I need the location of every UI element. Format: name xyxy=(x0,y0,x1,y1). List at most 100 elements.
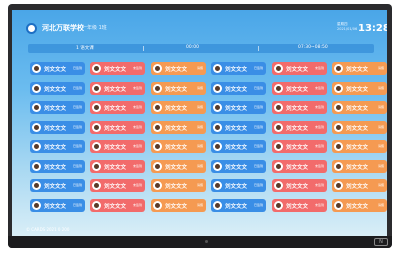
avatar xyxy=(153,64,162,73)
status-tag: 已签到 xyxy=(72,183,82,187)
student-card[interactable]: 刘文文文 已签到 xyxy=(211,159,266,173)
status-tag: 已签到 xyxy=(253,144,263,148)
student-card[interactable]: 刘文文文 请假 xyxy=(151,159,206,173)
student-card[interactable]: 刘文文文 请假 xyxy=(332,120,387,134)
student-card[interactable]: 刘文文文 已签到 xyxy=(30,140,85,153)
student-card[interactable]: 刘文文文 已签到 xyxy=(211,101,266,114)
avatar xyxy=(32,64,41,73)
status-tag: 未签到 xyxy=(132,105,142,109)
student-name: 刘文文文 xyxy=(44,164,67,171)
student-name: 刘文文文 xyxy=(286,184,309,190)
status-tag: 已签到 xyxy=(72,124,82,129)
student-name: 刘文文文 xyxy=(346,125,369,132)
student-card[interactable]: 刘文文文 请假 xyxy=(332,159,387,173)
device: 河北万联学校 一年级 1班 星期四 2021/01/06 13:28 1 语文课… xyxy=(0,0,397,255)
student-card[interactable]: 刘文文文 已签到 xyxy=(30,81,85,95)
student-card[interactable]: 刘文文文 请假 xyxy=(151,179,206,192)
status-tag: 未签到 xyxy=(314,66,324,70)
student-card[interactable]: 刘文文文 请假 xyxy=(332,179,387,192)
student-card[interactable]: 刘文文文 请假 xyxy=(151,198,206,212)
student-card[interactable]: 刘文文文 请假 xyxy=(151,140,206,153)
student-card[interactable]: 刘文文文 已签到 xyxy=(211,120,266,134)
student-name: 刘文文文 xyxy=(346,145,369,151)
student-card[interactable]: 刘文文文 请假 xyxy=(332,198,387,212)
student-card[interactable]: 刘文文文 未签到 xyxy=(90,159,145,173)
status-tag: 已签到 xyxy=(253,202,263,207)
student-card[interactable]: 刘文文文 未签到 xyxy=(90,120,145,134)
student-card[interactable]: 刘文文文 请假 xyxy=(151,120,206,134)
status-tag: 未签到 xyxy=(132,183,142,187)
student-card[interactable]: 刘文文文 请假 xyxy=(332,62,387,75)
avatar xyxy=(153,122,162,132)
student-name: 刘文文文 xyxy=(44,106,67,112)
student-card[interactable]: 刘文文文 请假 xyxy=(151,81,206,95)
status-tag: 已签到 xyxy=(72,202,82,207)
student-name: 刘文文文 xyxy=(165,203,188,210)
student-card[interactable]: 刘文文文 已签到 xyxy=(211,81,266,95)
student-name: 刘文文文 xyxy=(286,203,309,210)
schedule-course: 1 语文课 xyxy=(76,46,94,51)
student-card[interactable]: 刘文文文 已签到 xyxy=(211,198,266,212)
student-card[interactable]: 刘文文文 已签到 xyxy=(30,101,85,114)
status-tag: 请假 xyxy=(196,85,203,90)
student-card[interactable]: 刘文文文 请假 xyxy=(332,81,387,95)
status-tag: 已签到 xyxy=(253,163,263,168)
student-card[interactable]: 刘文文文 请假 xyxy=(151,62,206,75)
student-card[interactable]: 刘文文文 已签到 xyxy=(211,179,266,192)
student-card[interactable]: 刘文文文 已签到 xyxy=(30,62,85,75)
avatar xyxy=(334,142,343,151)
footer-text: © CARDS 2021 0 200 xyxy=(26,227,70,232)
avatar xyxy=(213,83,222,93)
student-card[interactable]: 刘文文文 未签到 xyxy=(272,159,327,173)
student-card[interactable]: 刘文文文 未签到 xyxy=(272,198,327,212)
student-card[interactable]: 刘文文文 已签到 xyxy=(30,179,85,192)
status-tag: 已签到 xyxy=(253,124,263,129)
avatar xyxy=(92,161,101,171)
status-tag: 未签到 xyxy=(132,163,142,168)
student-card[interactable]: 刘文文文 已签到 xyxy=(30,159,85,173)
student-card[interactable]: 刘文文文 未签到 xyxy=(272,140,327,153)
student-name: 刘文文文 xyxy=(165,125,188,132)
status-tag: 未签到 xyxy=(314,202,324,207)
avatar xyxy=(32,181,41,190)
student-card[interactable]: 刘文文文 已签到 xyxy=(211,62,266,75)
status-tag: 请假 xyxy=(196,66,203,70)
student-card[interactable]: 刘文文文 已签到 xyxy=(30,120,85,134)
student-card[interactable]: 刘文文文 未签到 xyxy=(90,179,145,192)
student-card[interactable]: 刘文文文 未签到 xyxy=(90,62,145,75)
student-card[interactable]: 刘文文文 未签到 xyxy=(90,81,145,95)
status-tag: 请假 xyxy=(377,66,384,70)
status-tag: 未签到 xyxy=(132,124,142,129)
student-card[interactable]: 刘文文文 未签到 xyxy=(272,120,327,134)
student-card[interactable]: 刘文文文 已签到 xyxy=(30,198,85,212)
student-name: 刘文文文 xyxy=(286,164,309,171)
student-card[interactable]: 刘文文文 未签到 xyxy=(272,62,327,75)
student-card[interactable]: 刘文文文 未签到 xyxy=(90,101,145,114)
student-card[interactable]: 刘文文文 未签到 xyxy=(272,101,327,114)
student-name: 刘文文文 xyxy=(225,203,248,210)
status-tag: 请假 xyxy=(377,183,384,187)
status-tag: 请假 xyxy=(377,124,384,129)
student-name: 刘文文文 xyxy=(104,184,127,190)
date-box: 星期四 2021/01/06 xyxy=(337,22,357,32)
status-tag: 未签到 xyxy=(132,144,142,148)
avatar xyxy=(32,122,41,132)
student-name: 刘文文文 xyxy=(286,106,309,112)
student-card[interactable]: 刘文文文 未签到 xyxy=(90,140,145,153)
student-name: 刘文文文 xyxy=(165,145,188,151)
status-tag: 请假 xyxy=(377,144,384,148)
student-card[interactable]: 刘文文文 请假 xyxy=(332,101,387,114)
student-card[interactable]: 刘文文文 请假 xyxy=(332,140,387,153)
avatar xyxy=(334,64,343,73)
schedule-bar: 1 语文课 00:00 07:30~08:50 xyxy=(28,44,374,53)
student-card[interactable]: 刘文文文 未签到 xyxy=(90,198,145,212)
avatar xyxy=(334,161,343,171)
student-name: 刘文文文 xyxy=(165,67,188,73)
status-tag: 请假 xyxy=(196,163,203,168)
student-card[interactable]: 刘文文文 未签到 xyxy=(272,179,327,192)
status-tag: 已签到 xyxy=(72,163,82,168)
student-card[interactable]: 刘文文文 未签到 xyxy=(272,81,327,95)
student-name: 刘文文文 xyxy=(346,203,369,210)
student-card[interactable]: 刘文文文 请假 xyxy=(151,101,206,114)
student-card[interactable]: 刘文文文 已签到 xyxy=(211,140,266,153)
